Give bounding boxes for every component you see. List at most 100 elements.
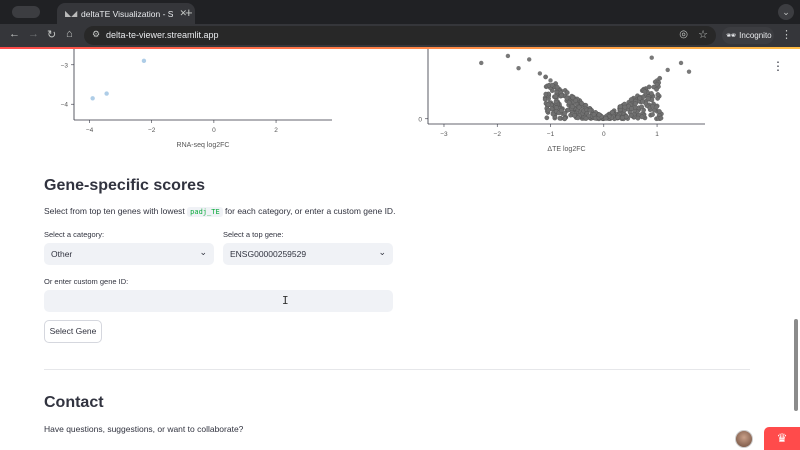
x-tick-label: 1 [655,131,659,138]
data-point [570,95,576,101]
new-tab-icon[interactable]: + [185,5,193,20]
chevron-down-icon: ⌄ [378,247,386,257]
data-point [658,115,664,121]
data-point [569,104,575,110]
site-info-icon[interactable]: ⚙ [92,29,100,40]
app-menu-icon[interactable]: ⋮ [772,59,784,73]
data-point [678,60,684,66]
x-tick-label: −1 [547,131,555,138]
incognito-label: Incognito [739,31,772,40]
browser-tab[interactable]: ◣◢ deltaTE Visualization - Streamlit ✕ [57,3,195,24]
data-point [609,109,615,115]
data-point [554,105,559,110]
incognito-indicator[interactable]: 🕶 Incognito [722,27,774,44]
tab-group-pill[interactable] [12,6,40,18]
home-icon[interactable]: ⌂ [66,28,73,40]
streamlit-favicon-icon: ◣◢ [65,8,78,18]
top-gene-value: ENSG00000259529 [230,249,307,259]
more-vert-icon[interactable]: ⋮ [781,28,792,41]
data-point [637,95,643,101]
x-tick-label: −2 [494,131,502,138]
data-point [505,53,511,59]
data-point [650,103,655,109]
back-icon[interactable]: ← [9,28,20,40]
streamlit-app: ⋮ −4 −2 0 2 −3 −4 RNA-seq log2FC −3 −2 −1 0 1 0 ΔTE … [0,49,800,450]
data-point [479,60,484,66]
data-point [537,71,543,76]
category-value: Other [51,249,73,259]
category-label: Select a category: [44,230,105,239]
data-point [549,82,555,88]
data-point [557,115,563,121]
contact-question: Have questions, suggestions, or want to … [44,424,244,434]
reload-icon[interactable]: ↻ [47,28,56,41]
data-point [527,57,532,62]
data-point [650,112,655,117]
x-axis-label: ΔTE log2FC [547,146,585,153]
data-point [559,92,564,98]
data-point [654,87,659,92]
data-point [654,81,660,87]
intro-text-end: for each category, or enter a custom gen… [222,206,396,216]
custom-gene-label: Or enter custom gene ID: [44,277,129,286]
data-point [655,92,661,97]
data-point [545,107,551,113]
forward-icon[interactable]: → [28,28,39,40]
data-point [628,113,634,118]
data-point [620,115,625,121]
x-tick-label: 0 [602,131,606,138]
padj-te-code: padj_TE [187,207,223,217]
intro-text-start: Select from top ten genes with lowest [44,206,188,216]
streamlit-badge[interactable]: ♛ [764,427,800,450]
data-point [562,116,568,122]
section-divider [44,369,750,370]
data-point [548,78,553,83]
data-point [665,67,670,73]
data-point [579,100,585,106]
data-point [686,69,692,74]
data-point [564,95,570,101]
data-point [649,55,654,60]
bookmark-star-icon[interactable]: ☆ [698,28,708,41]
x-tick-label: 2 [274,127,278,134]
data-point [572,113,577,118]
y-tick-label: 0 [418,116,422,123]
select-gene-button[interactable]: Select Gene [44,320,102,343]
chevron-down-icon: ⌄ [199,247,207,257]
data-point [141,58,147,64]
category-select[interactable]: Other ⌄ [44,243,214,265]
data-point [564,90,570,95]
data-point [635,115,641,121]
x-tick-label: 0 [212,127,216,134]
data-point [633,101,638,107]
data-point [622,104,628,110]
data-point [639,114,645,120]
data-point [553,94,559,99]
data-point [587,107,593,113]
avatar[interactable] [735,430,753,448]
eye-off-icon[interactable]: ◎ [679,29,688,40]
url-text: delta-te-viewer.streamlit.app [106,30,219,40]
page-scrollbar[interactable] [794,319,798,411]
incognito-icon: 🕶 [726,31,737,40]
data-point [543,91,549,97]
data-point [596,112,602,118]
x-tick-label: −2 [148,127,156,134]
text-cursor-icon: I [282,294,289,307]
custom-gene-input[interactable]: I [44,290,393,312]
tab-search-icon[interactable]: ⌄ [778,4,794,20]
data-point [657,75,663,81]
data-point [583,116,589,121]
data-point [545,102,551,108]
y-tick-label: −4 [61,102,69,109]
data-point [104,91,109,96]
data-point [629,106,634,111]
top-gene-label: Select a top gene: [223,230,284,239]
top-gene-select[interactable]: ENSG00000259529 ⌄ [223,243,393,265]
data-point [618,104,623,109]
data-point [558,108,564,113]
data-point [646,96,651,102]
data-point [657,109,662,114]
address-bar[interactable]: ⚙ delta-te-viewer.streamlit.app ◎ ☆ [84,26,716,45]
data-point [543,74,548,80]
